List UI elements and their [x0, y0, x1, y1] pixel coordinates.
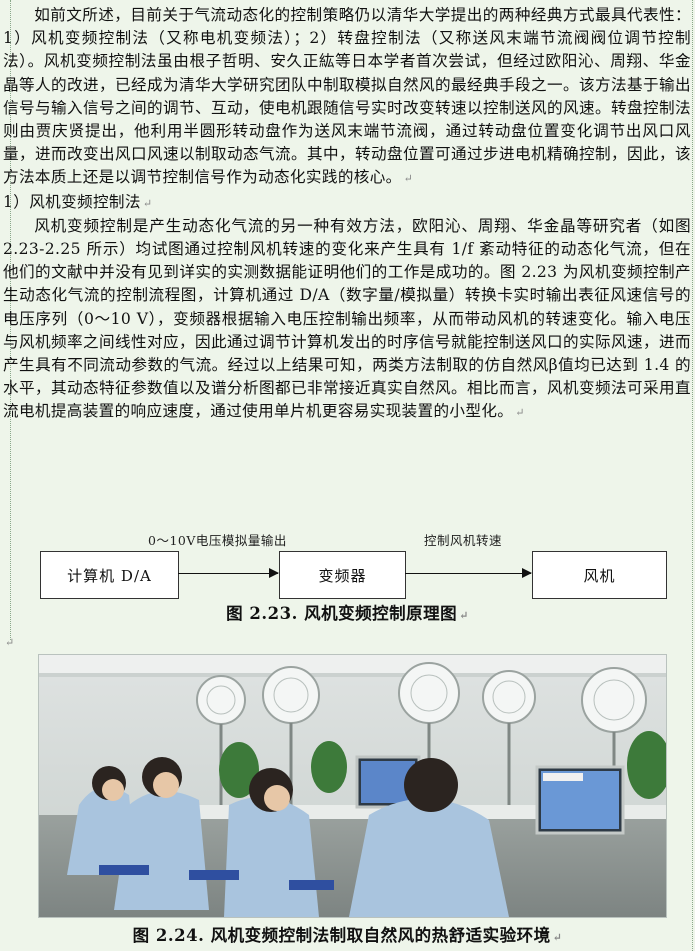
figure-2-23-flowchart: 0～10V电压模拟量输出 控制风机转速 计算机 D/A 变频器 风机 图 2.2…	[0, 522, 695, 632]
paragraph-2-text: 风机变频控制是产生动态化气流的另一种有效方法，欧阳沁、周翔、华金晶等研究者（如图…	[3, 216, 691, 421]
flow-label-fan-speed-control: 控制风机转速	[424, 533, 503, 548]
flow-box-computer-da: 计算机 D/A	[40, 551, 179, 599]
figure-2-23-caption-text: 图 2.23. 风机变频控制原理图	[226, 604, 458, 623]
flow-box-inverter: 变频器	[279, 551, 406, 599]
section-heading-text: 1）风机变频控制法	[3, 192, 141, 211]
figure-2-23-caption: 图 2.23. 风机变频控制原理图 ↵	[0, 600, 695, 624]
paragraph-1: 如前文所述，目前关于气流动态化的控制策略仍以清华大学提出的两种经典方式最具代表性…	[3, 4, 691, 191]
paragraph-mark: ↵	[142, 196, 153, 210]
lab-photo	[38, 654, 667, 918]
flow-arrow-2	[405, 568, 532, 578]
figure-2-24-caption: 图 2.24. 风机变频控制法制取自然风的热舒适实验环境 ↵	[0, 922, 695, 946]
margin-guide-right	[692, 0, 693, 951]
paragraph-mark: ↵	[552, 931, 563, 944]
flow-label-voltage-output: 0～10V电压模拟量输出	[148, 533, 287, 548]
body-text: 如前文所述，目前关于气流动态化的控制策略仍以清华大学提出的两种经典方式最具代表性…	[3, 4, 691, 425]
paragraph-1-text: 如前文所述，目前关于气流动态化的控制策略仍以清华大学提出的两种经典方式最具代表性…	[3, 6, 691, 187]
empty-paragraph-mark: ↵	[5, 636, 15, 649]
flow-arrow-1	[178, 568, 279, 578]
paragraph-mark: ↵	[459, 609, 469, 622]
figure-2-24-caption-text: 图 2.24. 风机变频控制法制取自然风的热舒适实验环境	[132, 926, 551, 945]
section-heading: 1）风机变频控制法 ↵	[3, 191, 691, 215]
flow-box-fan: 风机	[532, 551, 667, 599]
document-page: 如前文所述，目前关于气流动态化的控制策略仍以清华大学提出的两种经典方式最具代表性…	[0, 0, 695, 951]
paragraph-mark: ↵	[515, 406, 525, 420]
lab-photo-illustration	[39, 655, 666, 917]
paragraph-mark: ↵	[403, 172, 414, 186]
paragraph-2: 风机变频控制是产生动态化气流的另一种有效方法，欧阳沁、周翔、华金晶等研究者（如图…	[3, 215, 691, 425]
